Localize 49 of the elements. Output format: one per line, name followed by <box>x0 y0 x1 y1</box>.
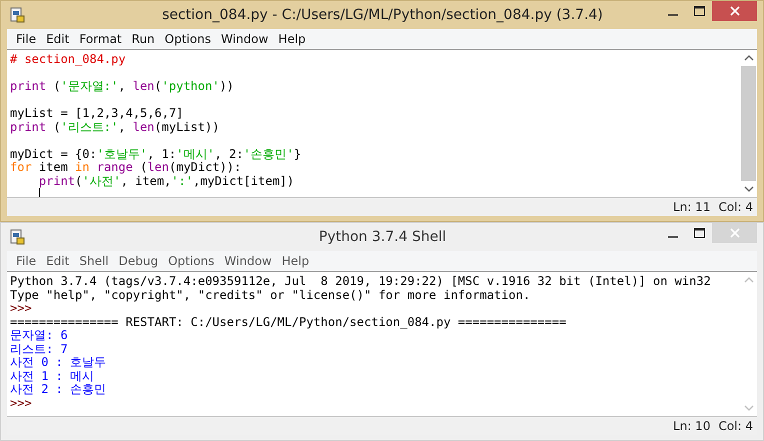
scroll-down-icon[interactable] <box>744 186 754 192</box>
code-line: myDict = {0:'호날두', 1:'메시', 2:'손흥민'} <box>10 148 302 161</box>
output-line: 사전 1 : 메시 <box>10 370 94 383</box>
scrollbar-thumb[interactable] <box>741 66 756 181</box>
code-line: for item in range (len(myDict)): <box>10 161 242 174</box>
output-line: 사전 2 : 손흥민 <box>10 383 106 396</box>
code-line: # section_084.py <box>10 53 126 66</box>
code-line: myList = [1,2,3,4,5,6,7] <box>10 107 184 120</box>
code-line: print ('리스트:', len(myList)) <box>10 120 220 134</box>
scroll-up-icon[interactable] <box>744 55 754 61</box>
menu-item[interactable]: File <box>11 254 42 268</box>
output-line: >>> <box>10 396 32 410</box>
output-line: 리스트: 7 <box>10 342 68 356</box>
menu-item[interactable]: Window <box>219 254 277 268</box>
menu-item[interactable]: Shell <box>74 254 114 268</box>
menu-item[interactable]: Edit <box>41 32 74 46</box>
maximize-icon <box>694 6 704 16</box>
menu-item[interactable]: Edit <box>41 254 74 268</box>
menu-item[interactable]: Help <box>273 32 311 46</box>
close-icon <box>730 6 740 16</box>
output-line: 사전 0 : 호날두 <box>10 356 106 370</box>
status-text: Col: 4 <box>718 200 753 214</box>
output-line: Type "help", "copyright", "credits" or "license()" for more information. <box>10 288 530 302</box>
status-text: Ln: 10 <box>673 419 710 433</box>
app-icon <box>9 7 25 23</box>
menu-item[interactable]: Options <box>163 254 220 268</box>
close-icon <box>730 228 740 238</box>
status-text: Ln: 11 <box>673 200 710 214</box>
app-icon <box>9 229 25 245</box>
menu-item[interactable]: Options <box>160 32 216 46</box>
minimize-icon <box>668 14 678 16</box>
menu-item[interactable]: Run <box>126 32 160 46</box>
status-text: Col: 4 <box>718 419 753 433</box>
menu-item[interactable]: File <box>11 32 42 46</box>
menu-item[interactable]: Debug <box>114 254 164 268</box>
menu-item[interactable]: Window <box>216 32 274 46</box>
code-line: print('사전', item,':',myDict[item]) <box>38 174 294 188</box>
output-line: =============== RESTART: C:/Users/LG/ML/Python/section_084.py =============== <box>10 316 566 329</box>
output-line: >>> <box>10 302 32 316</box>
code-line: print ('문자열:', len('python')) <box>10 80 234 94</box>
minimize-icon <box>668 236 678 238</box>
window-title: Python 3.7.4 Shell <box>318 229 448 245</box>
maximize-icon <box>694 228 704 238</box>
output-line: 문자열: 6 <box>10 329 68 342</box>
output-line: Python 3.7.4 (tags/v3.7.4:e09359112e, Jul 8 2019, 19:29:22) [MSC v.1916 32 bit (Intel)] on win32 <box>10 275 711 288</box>
menu-item[interactable]: Help <box>276 254 314 268</box>
window-title: section_084.py - C:/Users/LG/ML/Python/section_084.py (3.7.4) <box>161 7 604 23</box>
menu-item[interactable]: Format <box>74 32 127 46</box>
close-button[interactable] <box>712 1 757 21</box>
